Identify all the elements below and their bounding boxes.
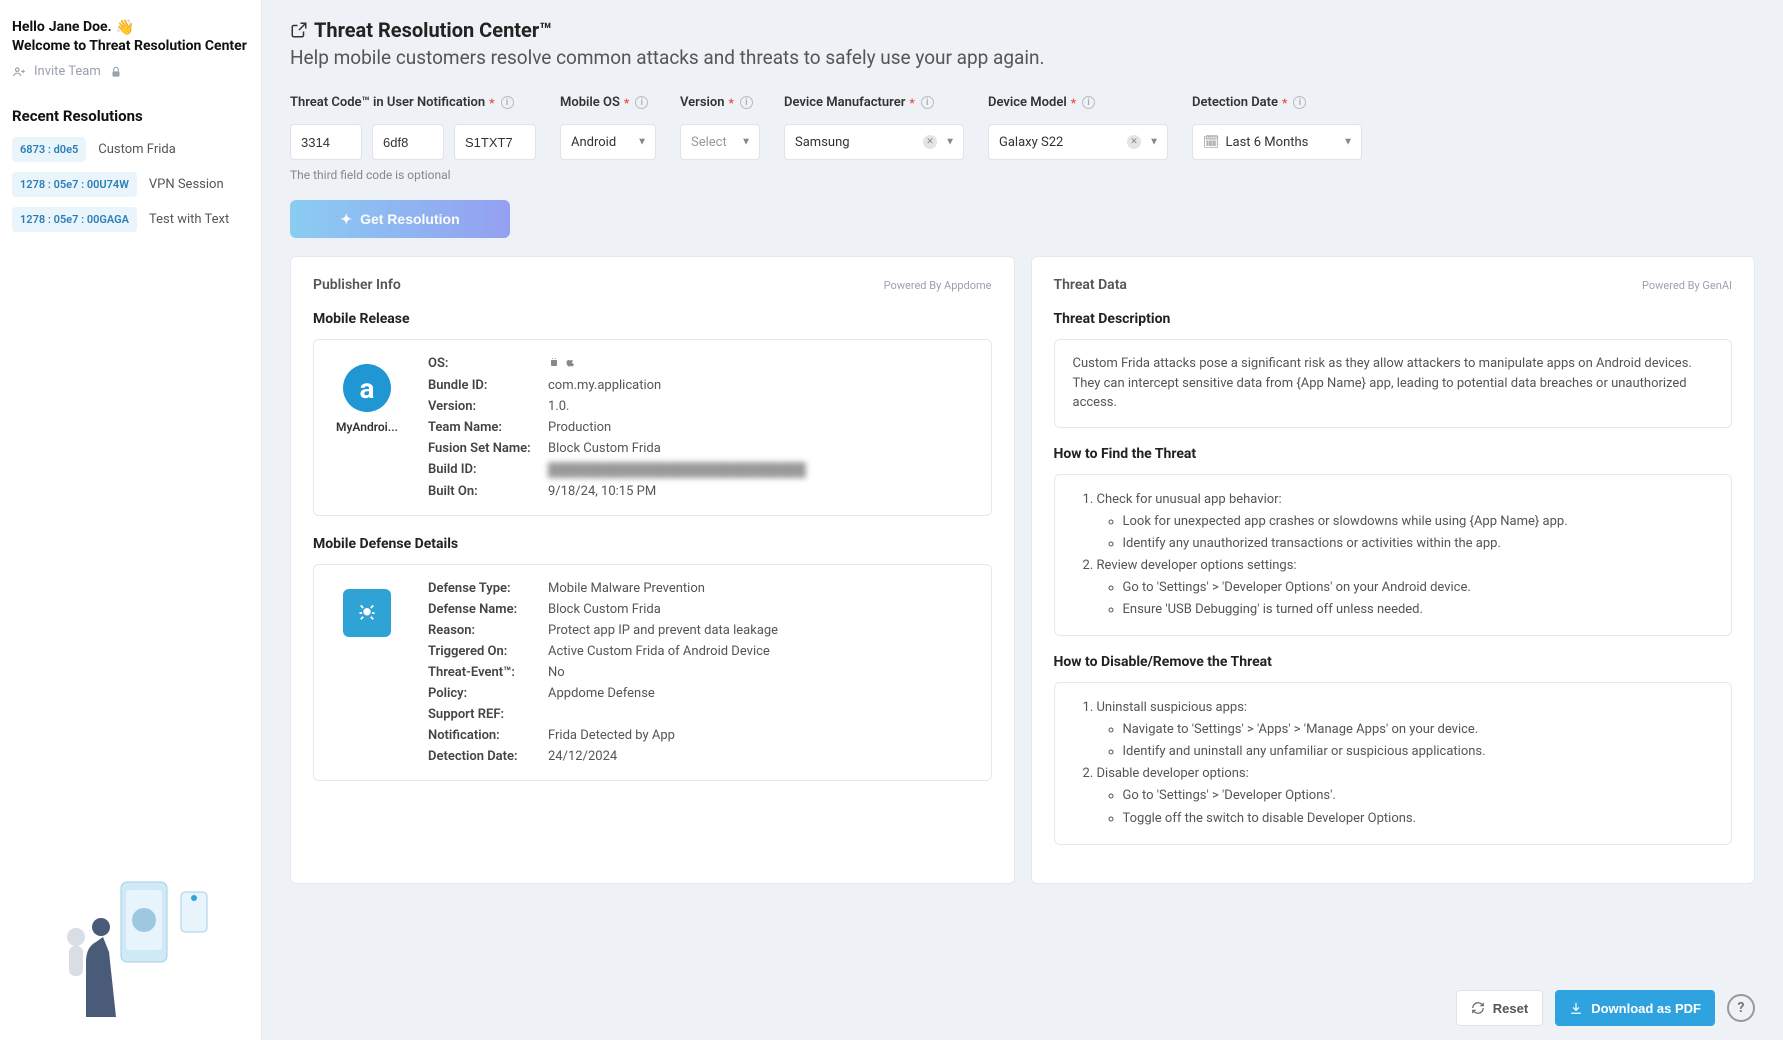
detection-date-label: Detection Date*i — [1192, 95, 1362, 110]
greeting: Hello Jane Doe.👋 — [12, 18, 249, 36]
recent-code: 6873 : d0e5 — [12, 137, 86, 162]
footer-actions: Reset Download as PDF ? — [1456, 990, 1755, 1026]
substep-item: Navigate to 'Settings' > 'Apps' > 'Manag… — [1123, 719, 1712, 741]
threat-description-title: Threat Description — [1054, 311, 1733, 327]
threat-code-label: Threat Code™ in User Notification*i — [290, 95, 536, 110]
main-content: Threat Resolution Center™ Help mobile cu… — [262, 0, 1783, 1040]
manufacturer-label: Device Manufacturer*i — [784, 95, 964, 110]
info-icon[interactable]: i — [1082, 96, 1095, 109]
how-to-find-title: How to Find the Threat — [1054, 446, 1733, 462]
recent-label: Test with Text — [149, 212, 229, 227]
lock-icon — [109, 65, 123, 79]
substep-item: Look for unexpected app crashes or slowd… — [1123, 511, 1712, 533]
recent-code: 1278 : 05e7 : 00GAGA — [12, 207, 137, 232]
detection-date-select[interactable]: 🗓Last 6 Months▼ — [1192, 124, 1362, 160]
filter-row: Threat Code™ in User Notification*i The … — [290, 95, 1755, 182]
help-button[interactable]: ? — [1727, 994, 1755, 1022]
model-select[interactable]: Galaxy S22✕▼ — [988, 124, 1168, 160]
recent-item[interactable]: 1278 : 05e7 : 00GAGA Test with Text — [12, 207, 249, 232]
chevron-down-icon: ▼ — [741, 137, 751, 148]
calendar-icon: 🗓 — [1203, 135, 1220, 150]
mobile-os-label: Mobile OS*i — [560, 95, 656, 110]
recent-label: Custom Frida — [98, 142, 176, 157]
download-pdf-button[interactable]: Download as PDF — [1555, 990, 1715, 1026]
android-icon — [548, 356, 560, 368]
app-logo-icon: a — [343, 364, 391, 412]
user-plus-icon — [12, 65, 26, 79]
threat-code-a-input[interactable] — [290, 124, 362, 160]
publisher-panel-title: Publisher Info — [313, 277, 401, 293]
invite-team-link[interactable]: Invite Team — [12, 64, 249, 79]
recent-item[interactable]: 1278 : 05e7 : 00U74W VPN Session — [12, 172, 249, 197]
how-to-find-box: Check for unusual app behavior:Look for … — [1054, 474, 1733, 637]
info-icon[interactable]: i — [921, 96, 934, 109]
get-resolution-button[interactable]: ✦ Get Resolution — [290, 200, 510, 238]
substep-item: Identify any unauthorized transactions o… — [1123, 533, 1712, 555]
info-icon[interactable]: i — [740, 96, 753, 109]
substep-item: Toggle off the switch to disable Develop… — [1123, 808, 1712, 830]
page-title: Threat Resolution Center™ — [314, 18, 552, 42]
how-to-remove-box: Uninstall suspicious apps:Navigate to 'S… — [1054, 682, 1733, 845]
shield-bug-icon — [343, 589, 391, 637]
download-icon — [1569, 1001, 1583, 1015]
step-item: Uninstall suspicious apps:Navigate to 'S… — [1097, 697, 1712, 763]
threat-code-c-input[interactable] — [454, 124, 536, 160]
threat-code-b-input[interactable] — [372, 124, 444, 160]
chevron-down-icon: ▼ — [945, 137, 955, 148]
powered-by-genai: Powered By GenAI — [1642, 279, 1732, 292]
page-subtitle: Help mobile customers resolve common att… — [290, 46, 1755, 69]
model-label: Device Model*i — [988, 95, 1168, 110]
welcome-text: Welcome to Threat Resolution Center — [12, 38, 249, 54]
threat-data-panel: Threat Data Powered By GenAI Threat Desc… — [1031, 256, 1756, 884]
clear-icon[interactable]: ✕ — [1127, 135, 1141, 149]
recent-code: 1278 : 05e7 : 00U74W — [12, 172, 137, 197]
step-item: Disable developer options:Go to 'Setting… — [1097, 763, 1712, 829]
sparkle-icon: ✦ — [340, 211, 352, 228]
chevron-down-icon: ▼ — [1343, 137, 1353, 148]
info-icon[interactable]: i — [1293, 96, 1306, 109]
mobile-release-card: a MyAndroi... OS: Bundle ID:com.my.appli… — [313, 339, 992, 516]
substep-item: Go to 'Settings' > 'Developer Options'. — [1123, 785, 1712, 807]
powered-by-appdome: Powered By Appdome — [884, 279, 992, 292]
threat-description-box: Custom Frida attacks pose a significant … — [1054, 339, 1733, 428]
export-icon — [290, 21, 308, 39]
mobile-defense-card: Defense Type:Mobile Malware Prevention D… — [313, 564, 992, 781]
apple-icon — [564, 356, 576, 368]
recent-list: 6873 : d0e5 Custom Frida 1278 : 05e7 : 00U… — [12, 137, 249, 242]
recent-resolutions-title: Recent Resolutions — [12, 107, 249, 125]
manufacturer-select[interactable]: Samsung✕▼ — [784, 124, 964, 160]
reset-button[interactable]: Reset — [1456, 990, 1543, 1026]
chevron-down-icon: ▼ — [637, 137, 647, 148]
info-icon[interactable]: i — [501, 96, 514, 109]
step-item: Check for unusual app behavior:Look for … — [1097, 489, 1712, 555]
step-item: Review developer options settings:Go to … — [1097, 555, 1712, 621]
threat-panel-title: Threat Data — [1054, 277, 1127, 293]
reload-icon — [1471, 1001, 1485, 1015]
version-select[interactable]: Select▼ — [680, 124, 760, 160]
sidebar: Hello Jane Doe.👋 Welcome to Threat Resol… — [0, 0, 262, 1040]
substep-item: Ensure 'USB Debugging' is turned off unl… — [1123, 599, 1712, 621]
sidebar-illustration — [12, 822, 249, 1022]
chevron-down-icon: ▼ — [1149, 137, 1159, 148]
mobile-release-title: Mobile Release — [313, 311, 992, 327]
invite-team-label: Invite Team — [34, 64, 101, 79]
substep-item: Identify and uninstall any unfamiliar or… — [1123, 741, 1712, 763]
app-name: MyAndroi... — [336, 420, 398, 434]
how-to-remove-title: How to Disable/Remove the Threat — [1054, 654, 1733, 670]
info-icon[interactable]: i — [635, 96, 648, 109]
clear-icon[interactable]: ✕ — [923, 135, 937, 149]
publisher-info-panel: Publisher Info Powered By Appdome Mobile… — [290, 256, 1015, 884]
threat-code-hint: The third field code is optional — [290, 168, 536, 182]
substep-item: Go to 'Settings' > 'Developer Options' o… — [1123, 577, 1712, 599]
mobile-defense-title: Mobile Defense Details — [313, 536, 992, 552]
mobile-os-select[interactable]: Android▼ — [560, 124, 656, 160]
version-label: Version*i — [680, 95, 760, 110]
wave-icon: 👋 — [116, 18, 135, 36]
recent-label: VPN Session — [149, 177, 224, 192]
recent-item[interactable]: 6873 : d0e5 Custom Frida — [12, 137, 249, 162]
